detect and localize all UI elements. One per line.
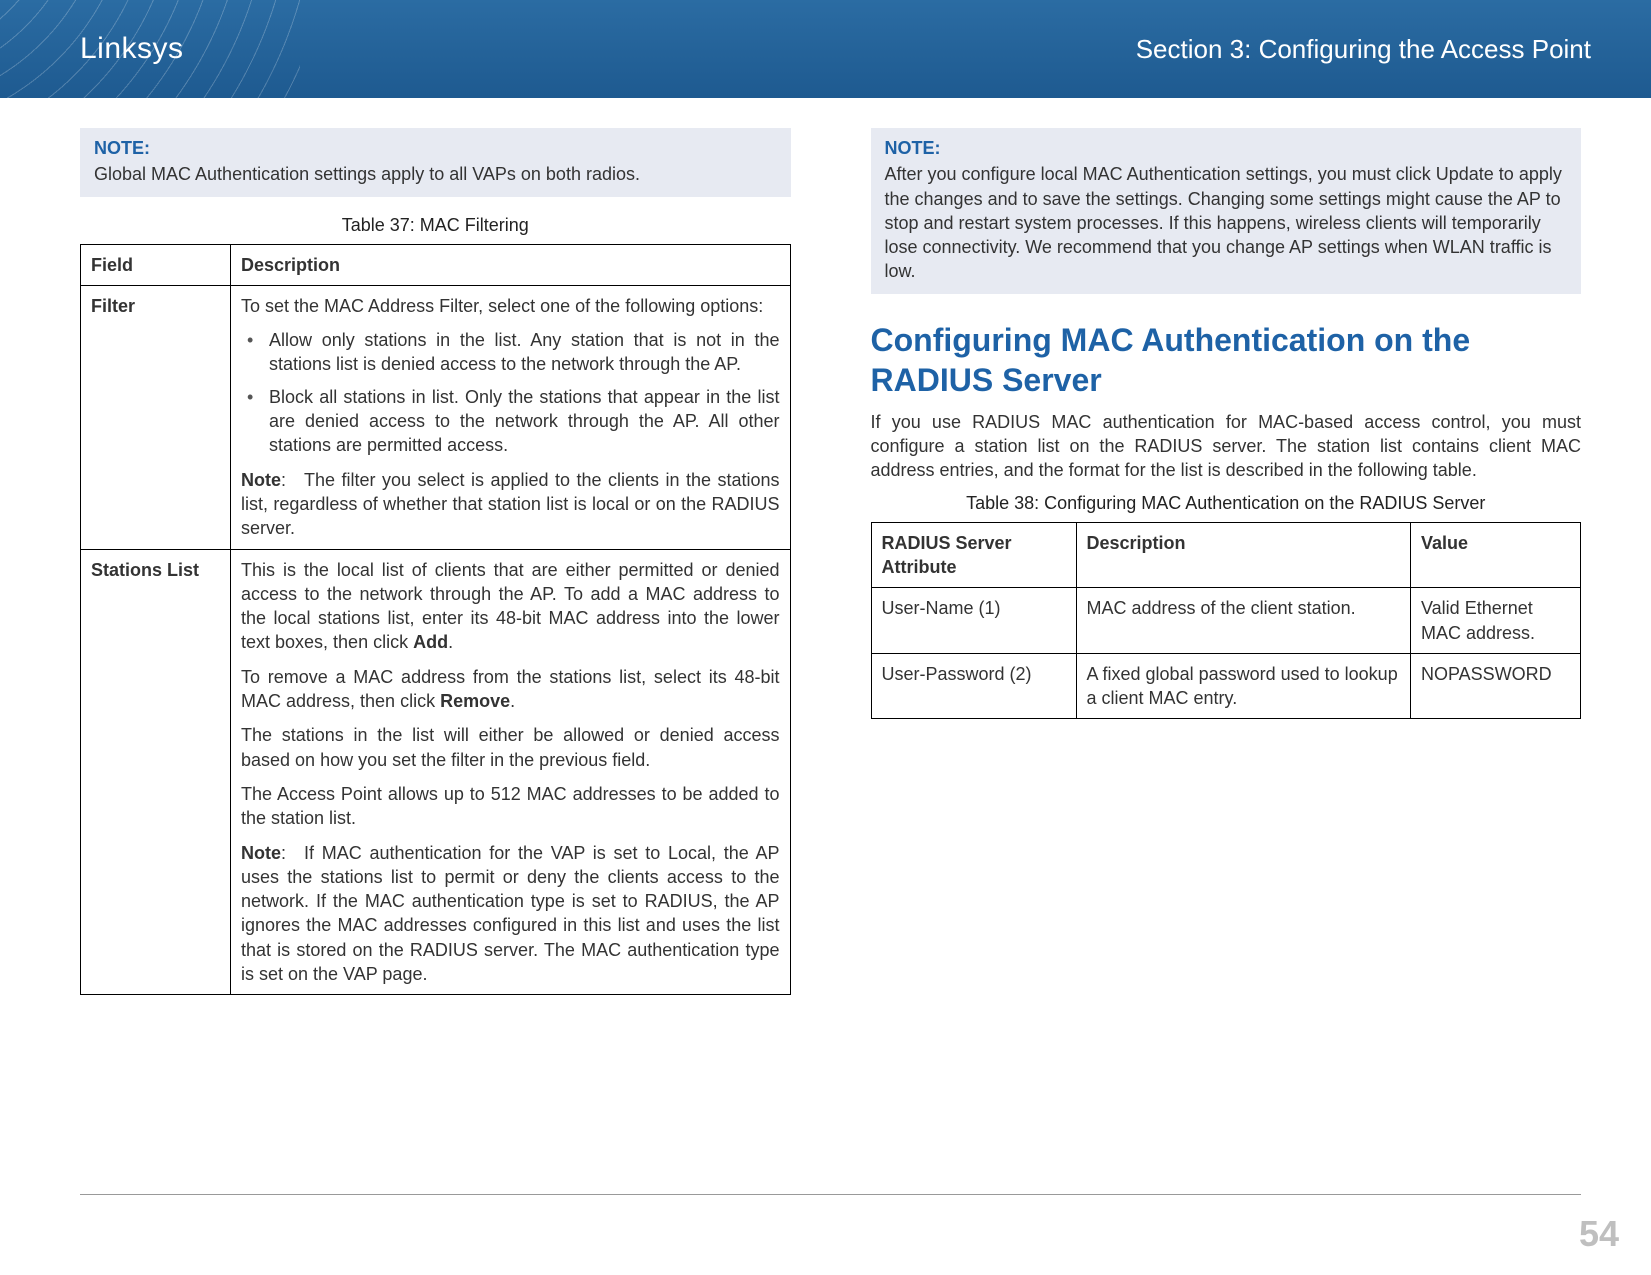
footer-rule: [80, 1194, 1581, 1195]
note-body: : The filter you select is applied to th…: [241, 470, 780, 539]
col-attr: RADIUS Server Attribute: [871, 522, 1076, 588]
col-description: Description: [1076, 522, 1411, 588]
page-body: NOTE: Global MAC Authentication settings…: [0, 98, 1651, 1275]
note-text: After you configure local MAC Authentica…: [885, 162, 1568, 283]
list-item: Block all stations in list. Only the sta…: [241, 385, 780, 458]
two-column-layout: NOTE: Global MAC Authentication settings…: [80, 128, 1581, 995]
cell-attr: User-Name (1): [871, 588, 1076, 654]
cell-value: NOPASSWORD: [1411, 653, 1581, 719]
stations-p3: The stations in the list will either be …: [241, 723, 780, 772]
text: .: [510, 691, 515, 711]
col-field: Field: [81, 244, 231, 285]
note-label: NOTE:: [885, 136, 1568, 160]
col-description: Description: [231, 244, 791, 285]
stations-p1: This is the local list of clients that a…: [241, 558, 780, 655]
heading-radius: Configuring MAC Authentication on the RA…: [871, 320, 1582, 400]
row-stations-desc: This is the local list of clients that a…: [231, 549, 791, 995]
table-row: Stations List This is the local list of …: [81, 549, 791, 995]
filter-options-list: Allow only stations in the list. Any sta…: [241, 328, 780, 457]
cell-desc: A fixed global password used to lookup a…: [1076, 653, 1411, 719]
note-text: Global MAC Authentication settings apply…: [94, 162, 777, 186]
table38-caption: Table 38: Configuring MAC Authentication…: [871, 493, 1582, 514]
right-column: NOTE: After you configure local MAC Auth…: [871, 128, 1582, 995]
col-value: Value: [1411, 522, 1581, 588]
note-label: NOTE:: [94, 136, 777, 160]
text: This is the local list of clients that a…: [241, 560, 780, 653]
text: .: [448, 632, 453, 652]
section-title: Section 3: Configuring the Access Point: [1136, 34, 1591, 65]
table-header-row: RADIUS Server Attribute Description Valu…: [871, 522, 1581, 588]
filter-intro: To set the MAC Address Filter, select on…: [241, 294, 780, 318]
note-body: : If MAC authentication for the VAP is s…: [241, 843, 780, 984]
stations-note: Note: If MAC authentication for the VAP …: [241, 841, 780, 987]
table37-caption: Table 37: MAC Filtering: [80, 215, 791, 236]
radius-paragraph: If you use RADIUS MAC authentication for…: [871, 410, 1582, 483]
table-row: User-Password (2) A fixed global passwor…: [871, 653, 1581, 719]
note-prefix: Note: [241, 470, 281, 490]
add-bold: Add: [413, 632, 448, 652]
row-filter-label: Filter: [81, 285, 231, 549]
left-column: NOTE: Global MAC Authentication settings…: [80, 128, 791, 995]
filter-note: Note: The filter you select is applied t…: [241, 468, 780, 541]
table-row: User-Name (1) MAC address of the client …: [871, 588, 1581, 654]
note-box-global-mac: NOTE: Global MAC Authentication settings…: [80, 128, 791, 197]
list-item: Allow only stations in the list. Any sta…: [241, 328, 780, 377]
row-filter-desc: To set the MAC Address Filter, select on…: [231, 285, 791, 549]
stations-p4: The Access Point allows up to 512 MAC ad…: [241, 782, 780, 831]
table-radius: RADIUS Server Attribute Description Valu…: [871, 522, 1582, 720]
table-mac-filtering: Field Description Filter To set the MAC …: [80, 244, 791, 996]
brand-text: Linksys: [80, 32, 184, 66]
cell-desc: MAC address of the client station.: [1076, 588, 1411, 654]
cell-attr: User-Password (2): [871, 653, 1076, 719]
remove-bold: Remove: [440, 691, 510, 711]
page-header: Linksys Section 3: Configuring the Acces…: [0, 0, 1651, 98]
table-row: Filter To set the MAC Address Filter, se…: [81, 285, 791, 549]
stations-p2: To remove a MAC address from the station…: [241, 665, 780, 714]
note-box-update: NOTE: After you configure local MAC Auth…: [871, 128, 1582, 294]
cell-value: Valid Ethernet MAC address.: [1411, 588, 1581, 654]
row-stations-label: Stations List: [81, 549, 231, 995]
table-header-row: Field Description: [81, 244, 791, 285]
note-prefix: Note: [241, 843, 281, 863]
page-number: 54: [1579, 1213, 1619, 1255]
